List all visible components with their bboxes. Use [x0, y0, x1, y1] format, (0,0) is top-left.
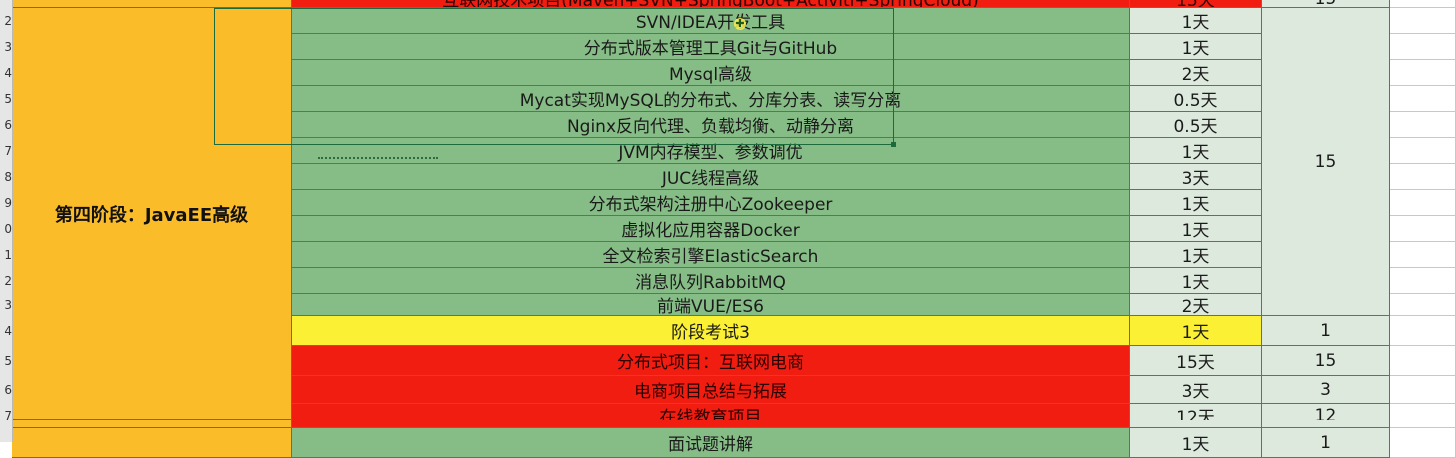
empty-cell[interactable] [1390, 34, 1456, 60]
course-cell[interactable]: Mycat实现MySQL的分布式、分库分表、读写分离 [292, 86, 1130, 112]
course-cell[interactable]: 电商项目总结与拓展 [292, 376, 1130, 404]
empty-cell[interactable] [1390, 190, 1456, 216]
row-number[interactable]: 7 [0, 138, 12, 164]
empty-cell[interactable] [1390, 316, 1456, 346]
course-cell[interactable]: JUC线程高级 [292, 164, 1130, 190]
days-cell[interactable]: 1天 [1130, 242, 1262, 268]
total-cell[interactable]: 15 [1262, 346, 1390, 376]
days-cell-gap[interactable] [1130, 420, 1262, 428]
days-cell[interactable]: 3天 [1130, 164, 1262, 190]
empty-cell[interactable] [1390, 0, 1456, 8]
course-cell-bottom-partial[interactable]: 面试题讲解 [292, 428, 1130, 458]
days-cell[interactable]: 2天 [1130, 294, 1262, 316]
days-cell[interactable]: 1天 [1130, 138, 1262, 164]
empty-cell[interactable] [1390, 60, 1456, 86]
empty-cell[interactable] [1390, 294, 1456, 316]
row-number[interactable]: 3 [0, 294, 12, 316]
days-cell[interactable]: 1天 [1130, 190, 1262, 216]
course-cell-top-partial[interactable]: 互联网技术项目(Maven+SVN+SpringBoot+Activiti+Sp… [292, 0, 1130, 8]
total-cell-gap[interactable] [1262, 420, 1390, 428]
course-cell[interactable]: 虚拟化应用容器Docker [292, 216, 1130, 242]
row-number[interactable]: 6 [0, 112, 12, 138]
days-cell[interactable]: 1天 [1130, 34, 1262, 60]
total-cell-bottom-partial[interactable]: 1 [1262, 428, 1390, 458]
days-cell[interactable]: 0.5天 [1130, 86, 1262, 112]
days-cell[interactable]: 1天 [1130, 268, 1262, 294]
days-cell-bottom-partial[interactable]: 1天 [1130, 428, 1262, 458]
empty-cell[interactable] [1390, 8, 1456, 34]
course-cell[interactable]: 前端VUE/ES6 [292, 294, 1130, 316]
total-cell-top-partial[interactable]: 15 [1262, 0, 1390, 8]
row-number[interactable]: 3 [0, 34, 12, 60]
course-cell[interactable]: SVN/IDEA开发工具 [292, 8, 1130, 34]
total-cell-merged[interactable]: 15 [1262, 8, 1390, 316]
empty-cell[interactable] [1390, 346, 1456, 376]
days-cell[interactable]: 1天 [1130, 316, 1262, 346]
days-cell-top-partial[interactable]: 15天 [1130, 0, 1262, 8]
total-cell[interactable]: 3 [1262, 376, 1390, 404]
course-cell[interactable]: JVM内存模型、参数调优 [292, 138, 1130, 164]
empty-cell[interactable] [1390, 216, 1456, 242]
course-cell[interactable]: 全文检索引擎ElasticSearch [292, 242, 1130, 268]
stage-cell-gap[interactable] [12, 420, 292, 428]
empty-cell[interactable] [1390, 242, 1456, 268]
days-cell[interactable]: 1天 [1130, 216, 1262, 242]
empty-cell[interactable] [1390, 376, 1456, 404]
move-cursor-icon: ✚ [734, 17, 746, 30]
row-number[interactable]: 4 [0, 60, 12, 86]
row-number[interactable]: 2 [0, 8, 12, 34]
days-cell[interactable]: 3天 [1130, 376, 1262, 404]
row-header-column: 2345678901234567 [0, 0, 13, 442]
course-cell[interactable]: 阶段考试3 [292, 316, 1130, 346]
row-number[interactable]: 4 [0, 316, 12, 346]
row-number[interactable]: 7 [0, 404, 12, 428]
row-number[interactable]: 2 [0, 268, 12, 294]
empty-cell[interactable] [1390, 86, 1456, 112]
empty-cell[interactable] [1390, 268, 1456, 294]
stage-cell-top[interactable] [12, 0, 292, 8]
course-cell[interactable]: 分布式版本管理工具Git与GitHub [292, 34, 1130, 60]
stage-cell[interactable]: 第四阶段：JavaEE高级 [12, 8, 292, 420]
empty-cell[interactable] [1390, 138, 1456, 164]
row-number[interactable]: 8 [0, 164, 12, 190]
course-cell[interactable]: Mysql高级 [292, 60, 1130, 86]
empty-cell[interactable] [1390, 428, 1456, 458]
course-cell[interactable]: 消息队列RabbitMQ [292, 268, 1130, 294]
row-number[interactable]: 6 [0, 376, 12, 404]
course-cell[interactable]: 分布式架构注册中心Zookeeper [292, 190, 1130, 216]
total-cell[interactable]: 1 [1262, 316, 1390, 346]
days-cell[interactable]: 1天 [1130, 8, 1262, 34]
course-cell[interactable]: Nginx反向代理、负载均衡、动静分离 [292, 112, 1130, 138]
row-number[interactable]: 9 [0, 190, 12, 216]
empty-cell[interactable] [1390, 164, 1456, 190]
days-cell[interactable]: 15天 [1130, 346, 1262, 376]
days-cell[interactable]: 0.5天 [1130, 112, 1262, 138]
course-cell-gap[interactable] [292, 420, 1130, 428]
days-cell[interactable]: 2天 [1130, 60, 1262, 86]
stage-cell-next[interactable] [12, 428, 292, 458]
row-number[interactable]: 1 [0, 242, 12, 268]
empty-cell[interactable] [1390, 420, 1456, 428]
row-number[interactable]: 5 [0, 86, 12, 112]
course-cell[interactable]: 分布式项目：互联网电商 [292, 346, 1130, 376]
row-number[interactable]: 5 [0, 346, 12, 376]
row-number[interactable]: 0 [0, 216, 12, 242]
empty-cell[interactable] [1390, 112, 1456, 138]
